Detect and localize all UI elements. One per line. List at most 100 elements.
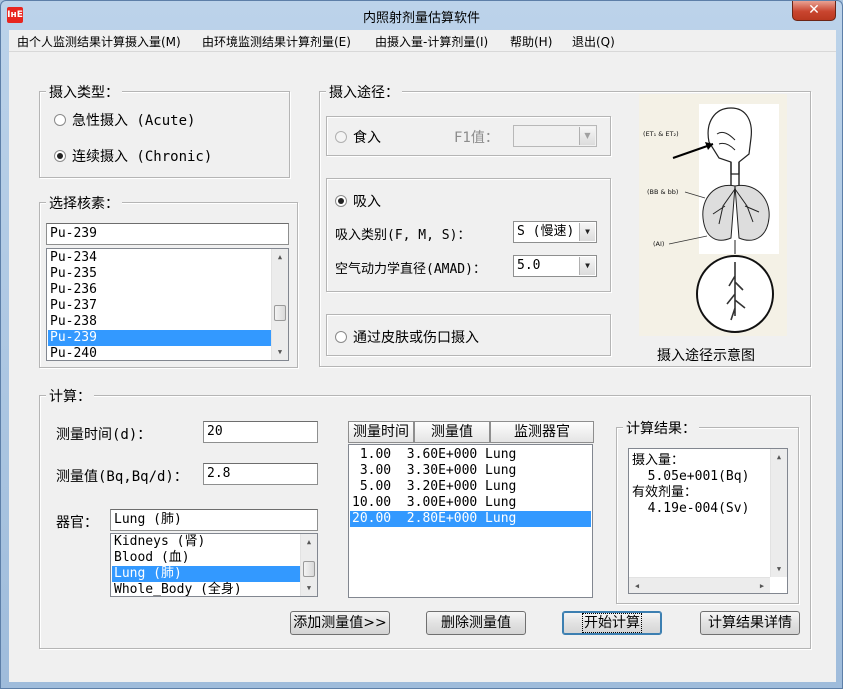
menu-individual-monitoring[interactable]: 由个人监测结果计算摄入量(M): [17, 33, 181, 50]
list-item[interactable]: Pu-237: [48, 298, 271, 314]
intake-route-diagram: (ET₁ & ET₂) (BB & bb) (AI): [639, 94, 787, 336]
scroll-left-icon[interactable]: ◀: [629, 578, 645, 593]
table-row[interactable]: 5.00 3.20E+000 Lung: [350, 479, 591, 495]
radio-inhalation-label: 吸入: [353, 194, 381, 210]
result-group: 计算结果： 摄入量： 5.05e+001(Bq) 有效剂量： 4.19e-004…: [616, 418, 799, 604]
inhalation-class-select[interactable]: S (慢速) ▼: [513, 221, 597, 243]
result-details-label: 计算结果详情: [708, 615, 792, 631]
diagram-label-ai: (AI): [653, 240, 664, 248]
result-legend: 计算结果：: [623, 418, 699, 438]
menu-environment-monitoring[interactable]: 由环境监测结果计算剂量(E): [202, 33, 351, 50]
measurement-header: 测量时间 测量值 监测器官: [348, 421, 594, 444]
scroll-right-icon[interactable]: ▶: [754, 578, 770, 593]
nuclide-legend: 选择核素：: [46, 193, 122, 213]
respiratory-tract-image: (ET₁ & ET₂) (BB & bb) (AI): [639, 94, 787, 336]
delete-measurement-button[interactable]: 删除测量值: [426, 611, 526, 635]
window-title: 内照射剂量估算软件: [362, 11, 480, 26]
scroll-thumb[interactable]: [303, 561, 315, 577]
table-row[interactable]: 3.00 3.30E+000 Lung: [350, 463, 591, 479]
organ-input[interactable]: Lung (肺): [110, 509, 318, 531]
start-calculation-button[interactable]: 开始计算: [562, 611, 662, 635]
radio-skin-wound[interactable]: 通过皮肤或伤口摄入: [335, 327, 479, 347]
start-calculation-label: 开始计算: [582, 613, 642, 633]
list-item[interactable]: Pu-234: [48, 250, 271, 266]
radio-inhalation[interactable]: 吸入: [335, 191, 381, 211]
main-window: IнE 内照射剂量估算软件 ✕ 由个人监测结果计算摄入量(M) 由环境监测结果计…: [0, 0, 843, 689]
amad-label: 空气动力学直径(AMAD)：: [335, 262, 486, 277]
diagram-label-bb: (BB & bb): [647, 188, 678, 196]
scroll-down-icon[interactable]: ▼: [272, 344, 288, 360]
menu-intake-dose[interactable]: 由摄入量-计算剂量(I): [375, 33, 488, 50]
scroll-down-icon[interactable]: ▼: [771, 561, 787, 577]
organ-list[interactable]: Kidneys (肾) Blood (血) Lung (肺) Whole_Bod…: [110, 533, 318, 597]
list-item[interactable]: Pu-235: [48, 266, 271, 282]
measure-value-input[interactable]: 2.8: [203, 463, 318, 485]
client-area: 摄入类型： 急性摄入 (Acute) 连续摄入 (Chronic) 选择核素： …: [9, 52, 836, 682]
scroll-up-icon[interactable]: ▲: [771, 449, 787, 465]
intake-type-legend: 摄入类型：: [46, 82, 122, 102]
chevron-down-icon[interactable]: ▼: [579, 257, 595, 275]
add-measurement-label: 添加测量值>>: [293, 615, 387, 631]
inhalation-class-label: 吸入类别(F, M, S)：: [335, 228, 471, 243]
list-item-selected[interactable]: Lung (肺): [112, 566, 300, 582]
menu-exit[interactable]: 退出(Q): [572, 33, 615, 50]
table-row[interactable]: 10.00 3.00E+000 Lung: [350, 495, 591, 511]
chevron-down-icon[interactable]: ▼: [579, 127, 595, 145]
organ-scrollbar[interactable]: ▲ ▼: [300, 534, 317, 596]
radio-inhalation-circle[interactable]: [335, 195, 347, 207]
nuclide-scrollbar[interactable]: ▲ ▼: [271, 249, 288, 360]
list-item-selected[interactable]: Pu-239: [48, 330, 271, 346]
radio-ingestion[interactable]: 食入: [335, 127, 381, 147]
radio-skin-label: 通过皮肤或伤口摄入: [353, 330, 479, 346]
result-line: 4.19e-004(Sv): [632, 501, 750, 516]
result-vscrollbar[interactable]: ▲ ▼: [770, 449, 787, 577]
f1-label: F1值：: [454, 130, 499, 146]
measurement-list[interactable]: 1.00 3.60E+000 Lung 3.00 3.30E+000 Lung …: [348, 444, 593, 598]
col-header-organ[interactable]: 监测器官: [490, 421, 594, 443]
list-item[interactable]: Kidneys (肾): [112, 534, 300, 550]
nuclide-group: 选择核素： Pu-239 Pu-234 Pu-235 Pu-236 Pu-237…: [39, 193, 298, 368]
list-item[interactable]: Pu-240: [48, 346, 271, 360]
measure-time-input[interactable]: 20: [203, 421, 318, 443]
intake-route-legend: 摄入途径：: [326, 82, 402, 102]
scroll-up-icon[interactable]: ▲: [272, 249, 288, 265]
scroll-up-icon[interactable]: ▲: [301, 534, 317, 550]
radio-chronic[interactable]: 连续摄入 (Chronic): [54, 146, 212, 166]
chevron-down-icon[interactable]: ▼: [579, 223, 595, 241]
scroll-down-icon[interactable]: ▼: [301, 580, 317, 596]
table-row[interactable]: 1.00 3.60E+000 Lung: [350, 447, 591, 463]
title-bar[interactable]: IнE 内照射剂量估算软件 ✕: [1, 1, 842, 29]
result-hscrollbar[interactable]: ◀ ▶: [629, 577, 770, 593]
close-window-button[interactable]: ✕: [792, 1, 836, 21]
result-line: 有效剂量：: [632, 485, 698, 500]
list-item[interactable]: Pu-236: [48, 282, 271, 298]
skin-group: 通过皮肤或伤口摄入: [326, 314, 611, 356]
add-measurement-button[interactable]: 添加测量值>>: [290, 611, 390, 635]
radio-acute-label: 急性摄入 (Acute): [72, 113, 196, 129]
menu-help[interactable]: 帮助(H): [510, 33, 552, 50]
calculation-group: 计算： 测量时间(d)： 20 测量值(Bq,Bq/d)： 2.8 器官： Lu…: [39, 386, 811, 649]
list-item[interactable]: Whole_Body (全身): [112, 582, 300, 596]
radio-acute-circle[interactable]: [54, 114, 66, 126]
radio-acute[interactable]: 急性摄入 (Acute): [54, 110, 195, 130]
amad-select[interactable]: 5.0 ▼: [513, 255, 597, 277]
radio-chronic-circle[interactable]: [54, 150, 66, 162]
result-line: 5.05e+001(Bq): [632, 469, 750, 484]
f1-select[interactable]: ▼: [513, 125, 597, 147]
result-line: 摄入量：: [632, 453, 685, 468]
radio-skin-circle[interactable]: [335, 331, 347, 343]
table-row-selected[interactable]: 20.00 2.80E+000 Lung: [350, 511, 591, 527]
diagram-caption: 摄入途径示意图: [657, 348, 755, 364]
nuclide-input[interactable]: Pu-239: [46, 223, 289, 245]
col-header-value[interactable]: 测量值: [414, 421, 490, 443]
nuclide-list[interactable]: Pu-234 Pu-235 Pu-236 Pu-237 Pu-238 Pu-23…: [46, 248, 289, 361]
radio-ingestion-circle[interactable]: [335, 131, 347, 143]
list-item[interactable]: Blood (血): [112, 550, 300, 566]
radio-ingestion-label: 食入: [353, 130, 381, 146]
result-box[interactable]: 摄入量： 5.05e+001(Bq) 有效剂量： 4.19e-004(Sv) ▲…: [628, 448, 788, 594]
list-item[interactable]: Pu-238: [48, 314, 271, 330]
scroll-thumb[interactable]: [274, 305, 286, 321]
delete-measurement-label: 删除测量值: [441, 615, 511, 631]
result-details-button[interactable]: 计算结果详情: [700, 611, 800, 635]
col-header-time[interactable]: 测量时间: [348, 421, 414, 443]
